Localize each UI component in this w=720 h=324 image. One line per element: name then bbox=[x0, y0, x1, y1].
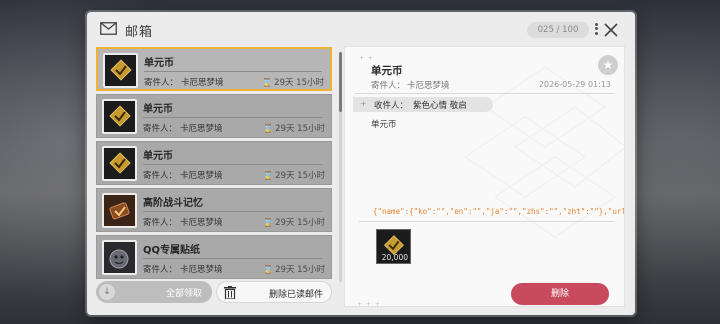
claim-all-label: 全部领取 bbox=[165, 289, 202, 299]
attachment-quantity: 20,000 bbox=[381, 253, 408, 262]
divider bbox=[359, 221, 614, 222]
delete-read-label: 删除已读邮件 bbox=[268, 290, 323, 300]
time-remaining: ⌛ 29天 15小时 bbox=[263, 216, 325, 228]
coin-item-icon bbox=[103, 53, 138, 88]
attachment-item[interactable]: 20,000 bbox=[376, 229, 411, 264]
decorative-dots: + + bbox=[359, 55, 374, 62]
mailbox-panel: 邮箱 025 / 100 单元币 寄件人： 卡厄思梦境 ⌛ 29天 15小时 单… bbox=[87, 12, 635, 315]
detail-sender-name: 卡厄思梦境 bbox=[407, 81, 450, 91]
hourglass-icon: ⌛ bbox=[263, 218, 274, 227]
sender-label: 寄件人： bbox=[143, 265, 178, 275]
coin-item-icon bbox=[102, 146, 137, 181]
divider bbox=[355, 93, 614, 94]
sticker-icon bbox=[102, 240, 137, 275]
time-remaining-text: 29天 15小时 bbox=[275, 218, 325, 228]
time-remaining: ⌛ 29天 15小时 bbox=[263, 122, 325, 134]
sender-label: 寄件人： bbox=[143, 218, 178, 228]
sender-label: 寄件人： bbox=[144, 78, 179, 88]
claim-all-button[interactable]: ↓ 全部领取 bbox=[96, 281, 212, 303]
mail-list-item[interactable]: 单元币 寄件人： 卡厄思梦境 ⌛ 29天 15小时 bbox=[96, 141, 332, 185]
bullet-icon: + bbox=[360, 99, 367, 108]
sender-name: 卡厄思梦境 bbox=[181, 78, 224, 88]
delete-read-button[interactable]: 删除已读邮件 bbox=[216, 281, 332, 303]
detail-sender-label: 寄件人： bbox=[371, 81, 406, 91]
hourglass-icon: ⌛ bbox=[263, 171, 274, 180]
raw-json-text: {"name":{"ko":"","en":"","ja":"","zhs":"… bbox=[373, 207, 624, 216]
download-icon: ↓ bbox=[99, 284, 115, 300]
time-remaining-text: 29天 15小时 bbox=[275, 124, 325, 134]
mail-body-text: 单元币 bbox=[371, 120, 397, 130]
recipient-name: 紫色心情 敬启 bbox=[413, 101, 467, 111]
mail-icon bbox=[100, 22, 117, 35]
hourglass-icon: ⌛ bbox=[263, 265, 274, 274]
decorative-dots: + + + bbox=[357, 301, 381, 307]
battle-memory-icon bbox=[102, 193, 137, 228]
divider bbox=[143, 117, 323, 118]
time-remaining-text: 29天 15小时 bbox=[275, 265, 325, 275]
sender-name: 卡厄思梦境 bbox=[180, 265, 223, 275]
close-icon[interactable] bbox=[602, 21, 620, 39]
detail-title: 单元币 bbox=[371, 65, 403, 77]
sender-name: 卡厄思梦境 bbox=[180, 124, 223, 134]
mail-list: 单元币 寄件人： 卡厄思梦境 ⌛ 29天 15小时 单元币 寄件人： 卡厄思梦境 … bbox=[96, 46, 334, 283]
trash-icon bbox=[224, 286, 236, 299]
mail-list-item[interactable]: 单元币 寄件人： 卡厄思梦境 ⌛ 29天 15小时 bbox=[96, 94, 332, 138]
sender-name: 卡厄思梦境 bbox=[180, 171, 223, 181]
mail-title: 高阶战斗记忆 bbox=[143, 198, 203, 209]
hourglass-icon: ⌛ bbox=[263, 124, 274, 133]
divider bbox=[143, 164, 323, 165]
time-remaining: ⌛ 29天 15小时 bbox=[262, 76, 324, 88]
divider bbox=[143, 258, 323, 259]
mail-title: 单元币 bbox=[143, 104, 173, 115]
divider bbox=[144, 71, 322, 72]
mail-detail-pane: + + 单元币 寄件人： 卡厄思梦境 2026-05-29 01:13 ★ + … bbox=[344, 46, 625, 307]
recipient-label: 收件人： bbox=[374, 101, 409, 111]
page-title: 邮箱 bbox=[125, 25, 154, 40]
sender-name: 卡厄思梦境 bbox=[180, 218, 223, 228]
mail-list-item[interactable]: 单元币 寄件人： 卡厄思梦境 ⌛ 29天 15小时 bbox=[96, 47, 332, 91]
sender-label: 寄件人： bbox=[143, 124, 178, 134]
time-remaining-text: 29天 15小时 bbox=[274, 78, 324, 88]
mail-title: QQ专属贴纸 bbox=[143, 245, 201, 256]
coin-item-icon bbox=[102, 99, 137, 134]
time-remaining: ⌛ 29天 15小时 bbox=[263, 169, 325, 181]
mailbox-header: 邮箱 025 / 100 bbox=[87, 12, 635, 46]
star-icon[interactable]: ★ bbox=[598, 55, 618, 75]
mail-title: 单元币 bbox=[143, 151, 173, 162]
delete-button[interactable]: 删除 bbox=[511, 283, 609, 305]
detail-date: 2026-05-29 01:13 bbox=[538, 80, 611, 89]
sender-label: 寄件人： bbox=[143, 171, 178, 181]
mail-title: 单元币 bbox=[144, 58, 174, 69]
hourglass-icon: ⌛ bbox=[262, 78, 273, 87]
mail-list-item[interactable]: QQ专属贴纸 寄件人： 卡厄思梦境 ⌛ 29天 15小时 bbox=[96, 235, 332, 279]
more-options-icon[interactable] bbox=[593, 21, 599, 39]
mail-count-badge: 025 / 100 bbox=[527, 22, 589, 38]
scrollbar-thumb[interactable] bbox=[339, 52, 342, 112]
time-remaining: ⌛ 29天 15小时 bbox=[263, 263, 325, 275]
time-remaining-text: 29天 15小时 bbox=[275, 171, 325, 181]
mail-list-item[interactable]: 高阶战斗记忆 寄件人： 卡厄思梦境 ⌛ 29天 15小时 bbox=[96, 188, 332, 232]
divider bbox=[143, 211, 323, 212]
recipient-bar: + 收件人： 紫色心情 敬启 bbox=[353, 97, 493, 112]
